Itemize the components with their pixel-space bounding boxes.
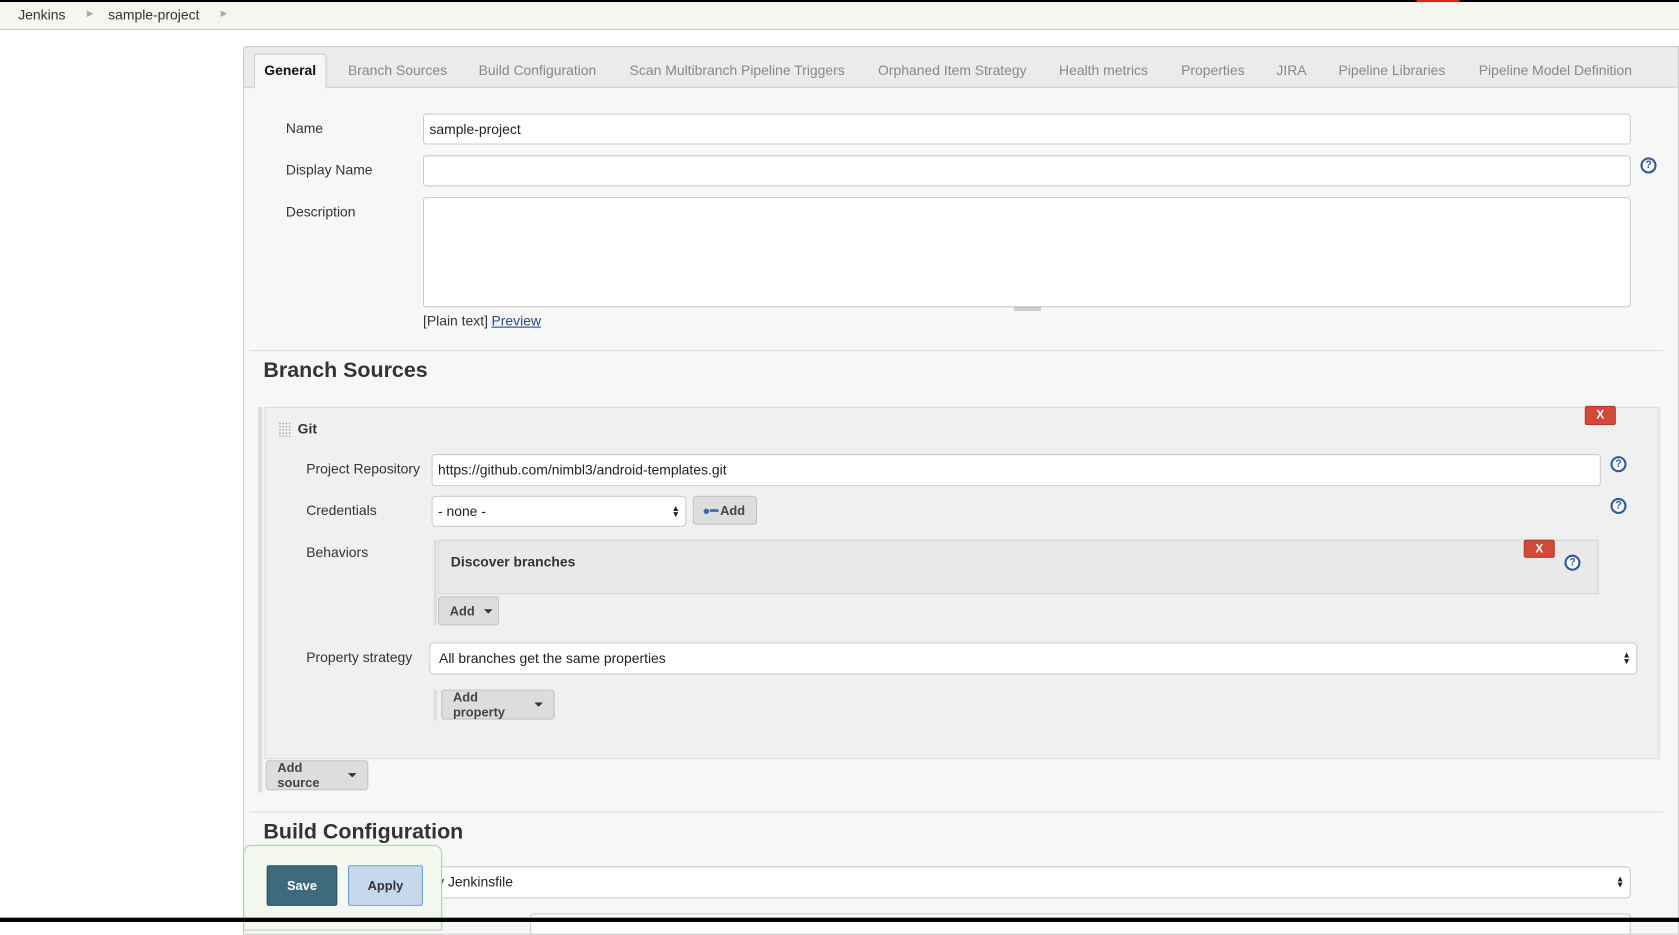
breadcrumb-arrow-icon[interactable]: ▶ xyxy=(87,9,94,19)
plain-text-label: [Plain text] xyxy=(422,312,488,329)
preview-link[interactable]: Preview xyxy=(491,313,541,329)
delete-behavior-button[interactable]: X xyxy=(1523,539,1555,558)
property-strategy-select[interactable]: All branches get the same properties ▲ ▼ xyxy=(429,642,1638,675)
credentials-label: Credentials xyxy=(306,502,377,519)
help-icon[interactable]: ? xyxy=(1610,497,1627,514)
tab-health-metrics[interactable]: Health metrics xyxy=(1059,62,1148,78)
select-arrows-icon: ▲ ▼ xyxy=(1615,873,1625,890)
name-input[interactable]: sample-project xyxy=(422,113,1631,145)
section-bar xyxy=(258,406,263,793)
tab-general[interactable]: General xyxy=(253,53,327,89)
tab-jira[interactable]: JIRA xyxy=(1276,62,1306,78)
apply-button[interactable]: Apply xyxy=(348,865,423,906)
add-source-button[interactable]: Add source xyxy=(265,760,369,791)
divider xyxy=(249,350,1663,352)
credentials-select[interactable]: - none - ▲ ▼ xyxy=(431,495,687,527)
tab-pipeline-libraries[interactable]: Pipeline Libraries xyxy=(1338,62,1445,78)
description-label: Description xyxy=(285,203,356,220)
project-repository-label: Project Repository xyxy=(306,460,420,477)
tab-scan-triggers[interactable]: Scan Multibranch Pipeline Triggers xyxy=(630,62,845,78)
tab-branch-sources[interactable]: Branch Sources xyxy=(348,62,447,78)
delete-git-source-button[interactable]: X xyxy=(1584,405,1616,426)
name-label: Name xyxy=(285,119,324,136)
select-arrows-icon: ▲ ▼ xyxy=(671,503,680,520)
script-path-input[interactable] xyxy=(530,913,1631,935)
add-behavior-button[interactable]: Add xyxy=(437,596,499,626)
tab-build-configuration[interactable]: Build Configuration xyxy=(479,62,597,78)
tab-properties[interactable]: Properties xyxy=(1181,62,1244,78)
display-name-label: Display Name xyxy=(285,161,373,178)
add-property-label: Add property xyxy=(452,689,506,720)
drag-handle-icon[interactable] xyxy=(278,421,292,437)
git-title: Git xyxy=(297,420,318,437)
select-arrows-icon: ▲ ▼ xyxy=(1622,649,1631,667)
tab-orphaned-item-strategy[interactable]: Orphaned Item Strategy xyxy=(878,62,1027,78)
build-configuration-heading: Build Configuration xyxy=(263,820,464,844)
help-icon[interactable]: ? xyxy=(1640,157,1657,174)
behaviors-bar xyxy=(433,539,437,626)
add-credentials-label: Add xyxy=(720,502,746,518)
caret-down-icon xyxy=(348,773,357,778)
display-name-input[interactable] xyxy=(422,155,1631,187)
description-textarea[interactable] xyxy=(422,197,1631,308)
branch-sources-heading: Branch Sources xyxy=(263,358,428,383)
caret-down-icon xyxy=(534,702,543,707)
breadcrumb-jenkins[interactable]: Jenkins xyxy=(18,6,65,22)
divider xyxy=(249,811,1663,813)
breadcrumb xyxy=(0,2,1679,30)
discover-branches-title: Discover branches xyxy=(450,553,576,570)
property-strategy-value: All branches get the same properties xyxy=(439,649,666,667)
resize-handle[interactable] xyxy=(1014,307,1041,311)
help-icon[interactable]: ? xyxy=(1610,456,1627,473)
add-behavior-label: Add xyxy=(449,603,475,619)
build-mode-select[interactable]: by Jenkinsfile ▲ ▼ xyxy=(422,866,1631,899)
breadcrumb-sample-project[interactable]: sample-project xyxy=(108,6,199,22)
tab-pipeline-model-definition[interactable]: Pipeline Model Definition xyxy=(1479,62,1632,78)
key-icon: ●━ xyxy=(702,502,718,518)
save-button[interactable]: Save xyxy=(266,865,338,906)
help-icon[interactable]: ? xyxy=(1564,554,1581,571)
property-strategy-label: Property strategy xyxy=(306,648,413,665)
behaviors-label: Behaviors xyxy=(306,543,369,561)
window-bottom-bar xyxy=(0,917,1679,922)
add-property-button[interactable]: Add property xyxy=(441,689,555,720)
project-repository-input[interactable]: https://github.com/nimbl3/android-templa… xyxy=(431,454,1601,487)
breadcrumb-arrow-icon[interactable]: ▶ xyxy=(221,9,228,19)
caret-down-icon xyxy=(484,608,493,614)
discover-branches-box xyxy=(437,539,1599,595)
add-credentials-button[interactable]: ●━ Add xyxy=(692,495,758,525)
credentials-value: - none - xyxy=(437,503,486,520)
property-bar xyxy=(433,689,437,721)
add-source-label: Add source xyxy=(277,760,320,791)
